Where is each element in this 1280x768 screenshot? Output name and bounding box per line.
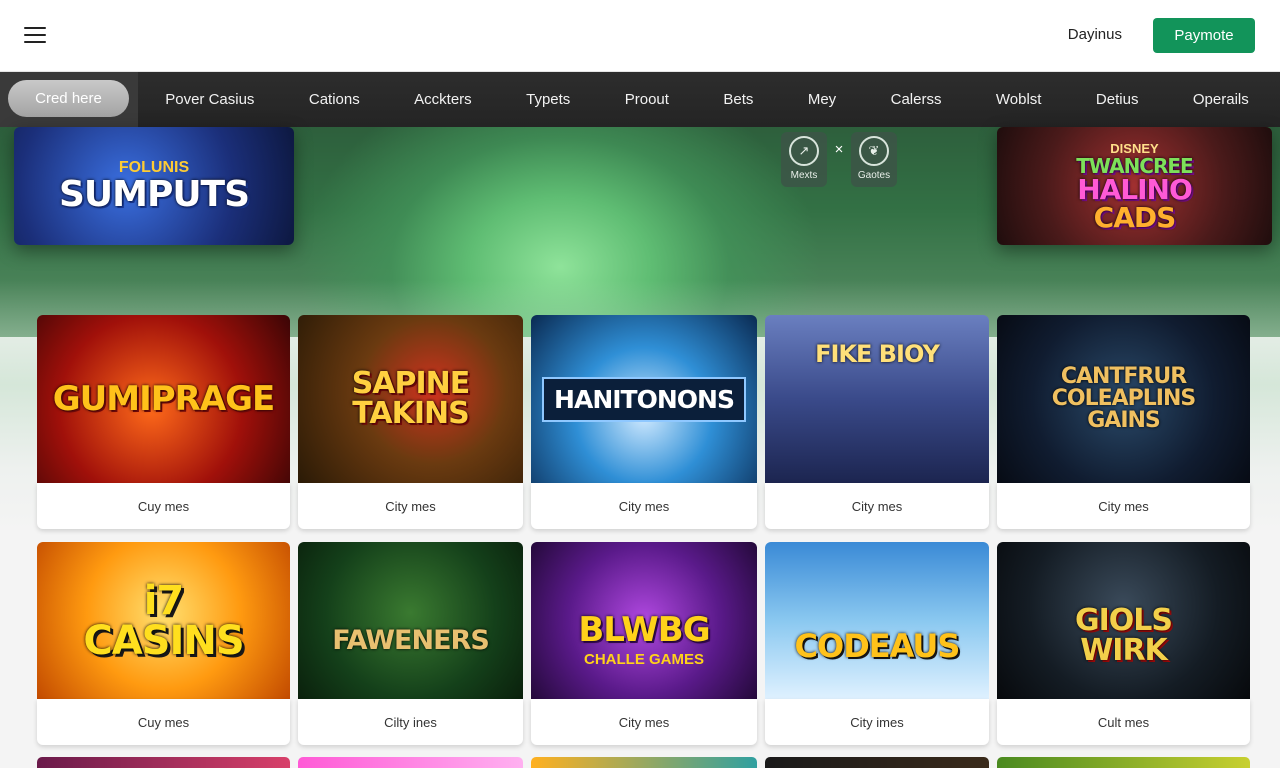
- game-title: i7 CASINS: [83, 577, 244, 664]
- nav-item-calerss[interactable]: Calerss: [891, 91, 942, 108]
- banner-right-title-2: HALINO: [1077, 172, 1193, 206]
- game-card[interactable]: i7 CASINS Cuy mes: [37, 542, 290, 746]
- user-account-link[interactable]: Dayinus: [1068, 26, 1122, 43]
- game-card[interactable]: BLWBG CHALLE GAMES City mes: [531, 542, 757, 746]
- game-card[interactable]: FAWENERS Cilty ines: [298, 542, 523, 746]
- game-title: GUMIPRAGE: [52, 379, 276, 419]
- nav-item-acckters[interactable]: Acckters: [414, 91, 472, 108]
- banner-left-title: SUMPUTS: [58, 174, 250, 215]
- game-label: City mes: [298, 483, 523, 529]
- nav-item-bets[interactable]: Bets: [723, 91, 753, 108]
- game-title: FIKE BIOY: [815, 340, 940, 368]
- nav-items: Pover Casius Cations Acckters Typets Pro…: [138, 72, 1280, 127]
- leaf-icon: ❦: [859, 136, 889, 166]
- category-navbar: Cred here Pover Casius Cations Acckters …: [0, 72, 1280, 127]
- game-thumbnail: i7 CASINS: [37, 542, 290, 699]
- game-title: HANITONONS: [542, 376, 746, 422]
- chart-icon: ↗: [789, 136, 819, 166]
- game-card-partial[interactable]: [997, 757, 1250, 768]
- mini-button-mexts[interactable]: ↗ Mexts: [781, 132, 827, 187]
- mini-button-gaotes[interactable]: ❦ Gaotes: [851, 132, 897, 187]
- game-thumbnail: FAWENERS: [298, 542, 523, 699]
- game-thumbnail: CODEAUS: [765, 542, 989, 699]
- game-label: City mes: [531, 483, 757, 529]
- game-card[interactable]: GUMIPRAGE Cuy mes: [37, 315, 290, 530]
- hamburger-menu-icon[interactable]: [24, 27, 46, 45]
- hero-mini-controls: ↗ Mexts × ❦ Gaotes: [781, 132, 899, 188]
- game-card[interactable]: GIOLS WIRK Cult mes: [997, 542, 1250, 746]
- game-thumbnail: GIOLS WIRK: [997, 542, 1250, 699]
- game-label: Cilty ines: [298, 699, 523, 745]
- mini-button-mexts-label: Mexts: [790, 170, 818, 181]
- close-icon[interactable]: ×: [831, 141, 847, 161]
- game-card[interactable]: SAPINE TAKINS City mes: [298, 315, 523, 530]
- game-title: BLWBG: [578, 610, 710, 650]
- promo-banner-right[interactable]: DISNEY TWANCREE HALINO CADS: [997, 127, 1272, 245]
- game-thumbnail: CANTFRUR COLEAPLINS GAINS: [997, 315, 1250, 483]
- promo-banner-left[interactable]: FOLUNIS SUMPUTS: [14, 127, 294, 245]
- nav-item-operails[interactable]: Operails: [1193, 91, 1249, 108]
- game-thumbnail: SAPINE TAKINS: [298, 315, 523, 483]
- game-thumbnail: BLWBG CHALLE GAMES: [531, 542, 757, 699]
- search-pill-button[interactable]: Cred here: [8, 80, 129, 117]
- game-card-partial[interactable]: [298, 757, 523, 768]
- game-title: SAPINE TAKINS: [351, 366, 471, 431]
- game-thumbnail: FIKE BIOY: [765, 315, 989, 483]
- game-label: City mes: [531, 699, 757, 745]
- game-label: Cuy mes: [37, 483, 290, 529]
- game-card-partial[interactable]: [531, 757, 757, 768]
- game-subtitle: CHALLE GAMES: [584, 651, 704, 668]
- game-title: CANTFRUR COLEAPLINS GAINS: [1051, 364, 1197, 433]
- banner-right-title-3: CADS: [1093, 200, 1177, 234]
- nav-item-typets[interactable]: Typets: [526, 91, 570, 108]
- nav-item-woblst[interactable]: Woblst: [996, 91, 1042, 108]
- game-card[interactable]: FIKE BIOY City mes: [765, 315, 989, 530]
- game-card[interactable]: HANITONONS City mes: [531, 315, 757, 530]
- nav-item-mey[interactable]: Mey: [808, 91, 836, 108]
- nav-item-pover-casius[interactable]: Pover Casius: [165, 91, 254, 108]
- game-label: City mes: [997, 483, 1250, 529]
- game-title: FAWENERS: [332, 625, 490, 656]
- game-card-partial[interactable]: [37, 757, 290, 768]
- game-card[interactable]: CODEAUS City imes: [765, 542, 989, 746]
- nav-item-cations[interactable]: Cations: [309, 91, 360, 108]
- game-title: CODEAUS: [794, 626, 961, 665]
- top-header: Dayinus Paymote: [0, 0, 1280, 72]
- game-card-partial[interactable]: [765, 757, 989, 768]
- game-thumbnail: HANITONONS: [531, 315, 757, 483]
- pay-button[interactable]: Paymote: [1153, 18, 1255, 53]
- game-card[interactable]: CANTFRUR COLEAPLINS GAINS City mes: [997, 315, 1250, 530]
- game-title: GIOLS WIRK: [1074, 602, 1173, 668]
- nav-item-detius[interactable]: Detius: [1096, 91, 1139, 108]
- nav-item-proout[interactable]: Proout: [625, 91, 669, 108]
- game-label: City mes: [765, 483, 989, 529]
- game-label: Cult mes: [997, 699, 1250, 745]
- game-label: Cuy mes: [37, 699, 290, 745]
- nav-search-area: Cred here: [0, 72, 138, 127]
- game-thumbnail: GUMIPRAGE: [37, 315, 290, 483]
- game-label: City imes: [765, 699, 989, 745]
- mini-button-gaotes-label: Gaotes: [857, 170, 891, 181]
